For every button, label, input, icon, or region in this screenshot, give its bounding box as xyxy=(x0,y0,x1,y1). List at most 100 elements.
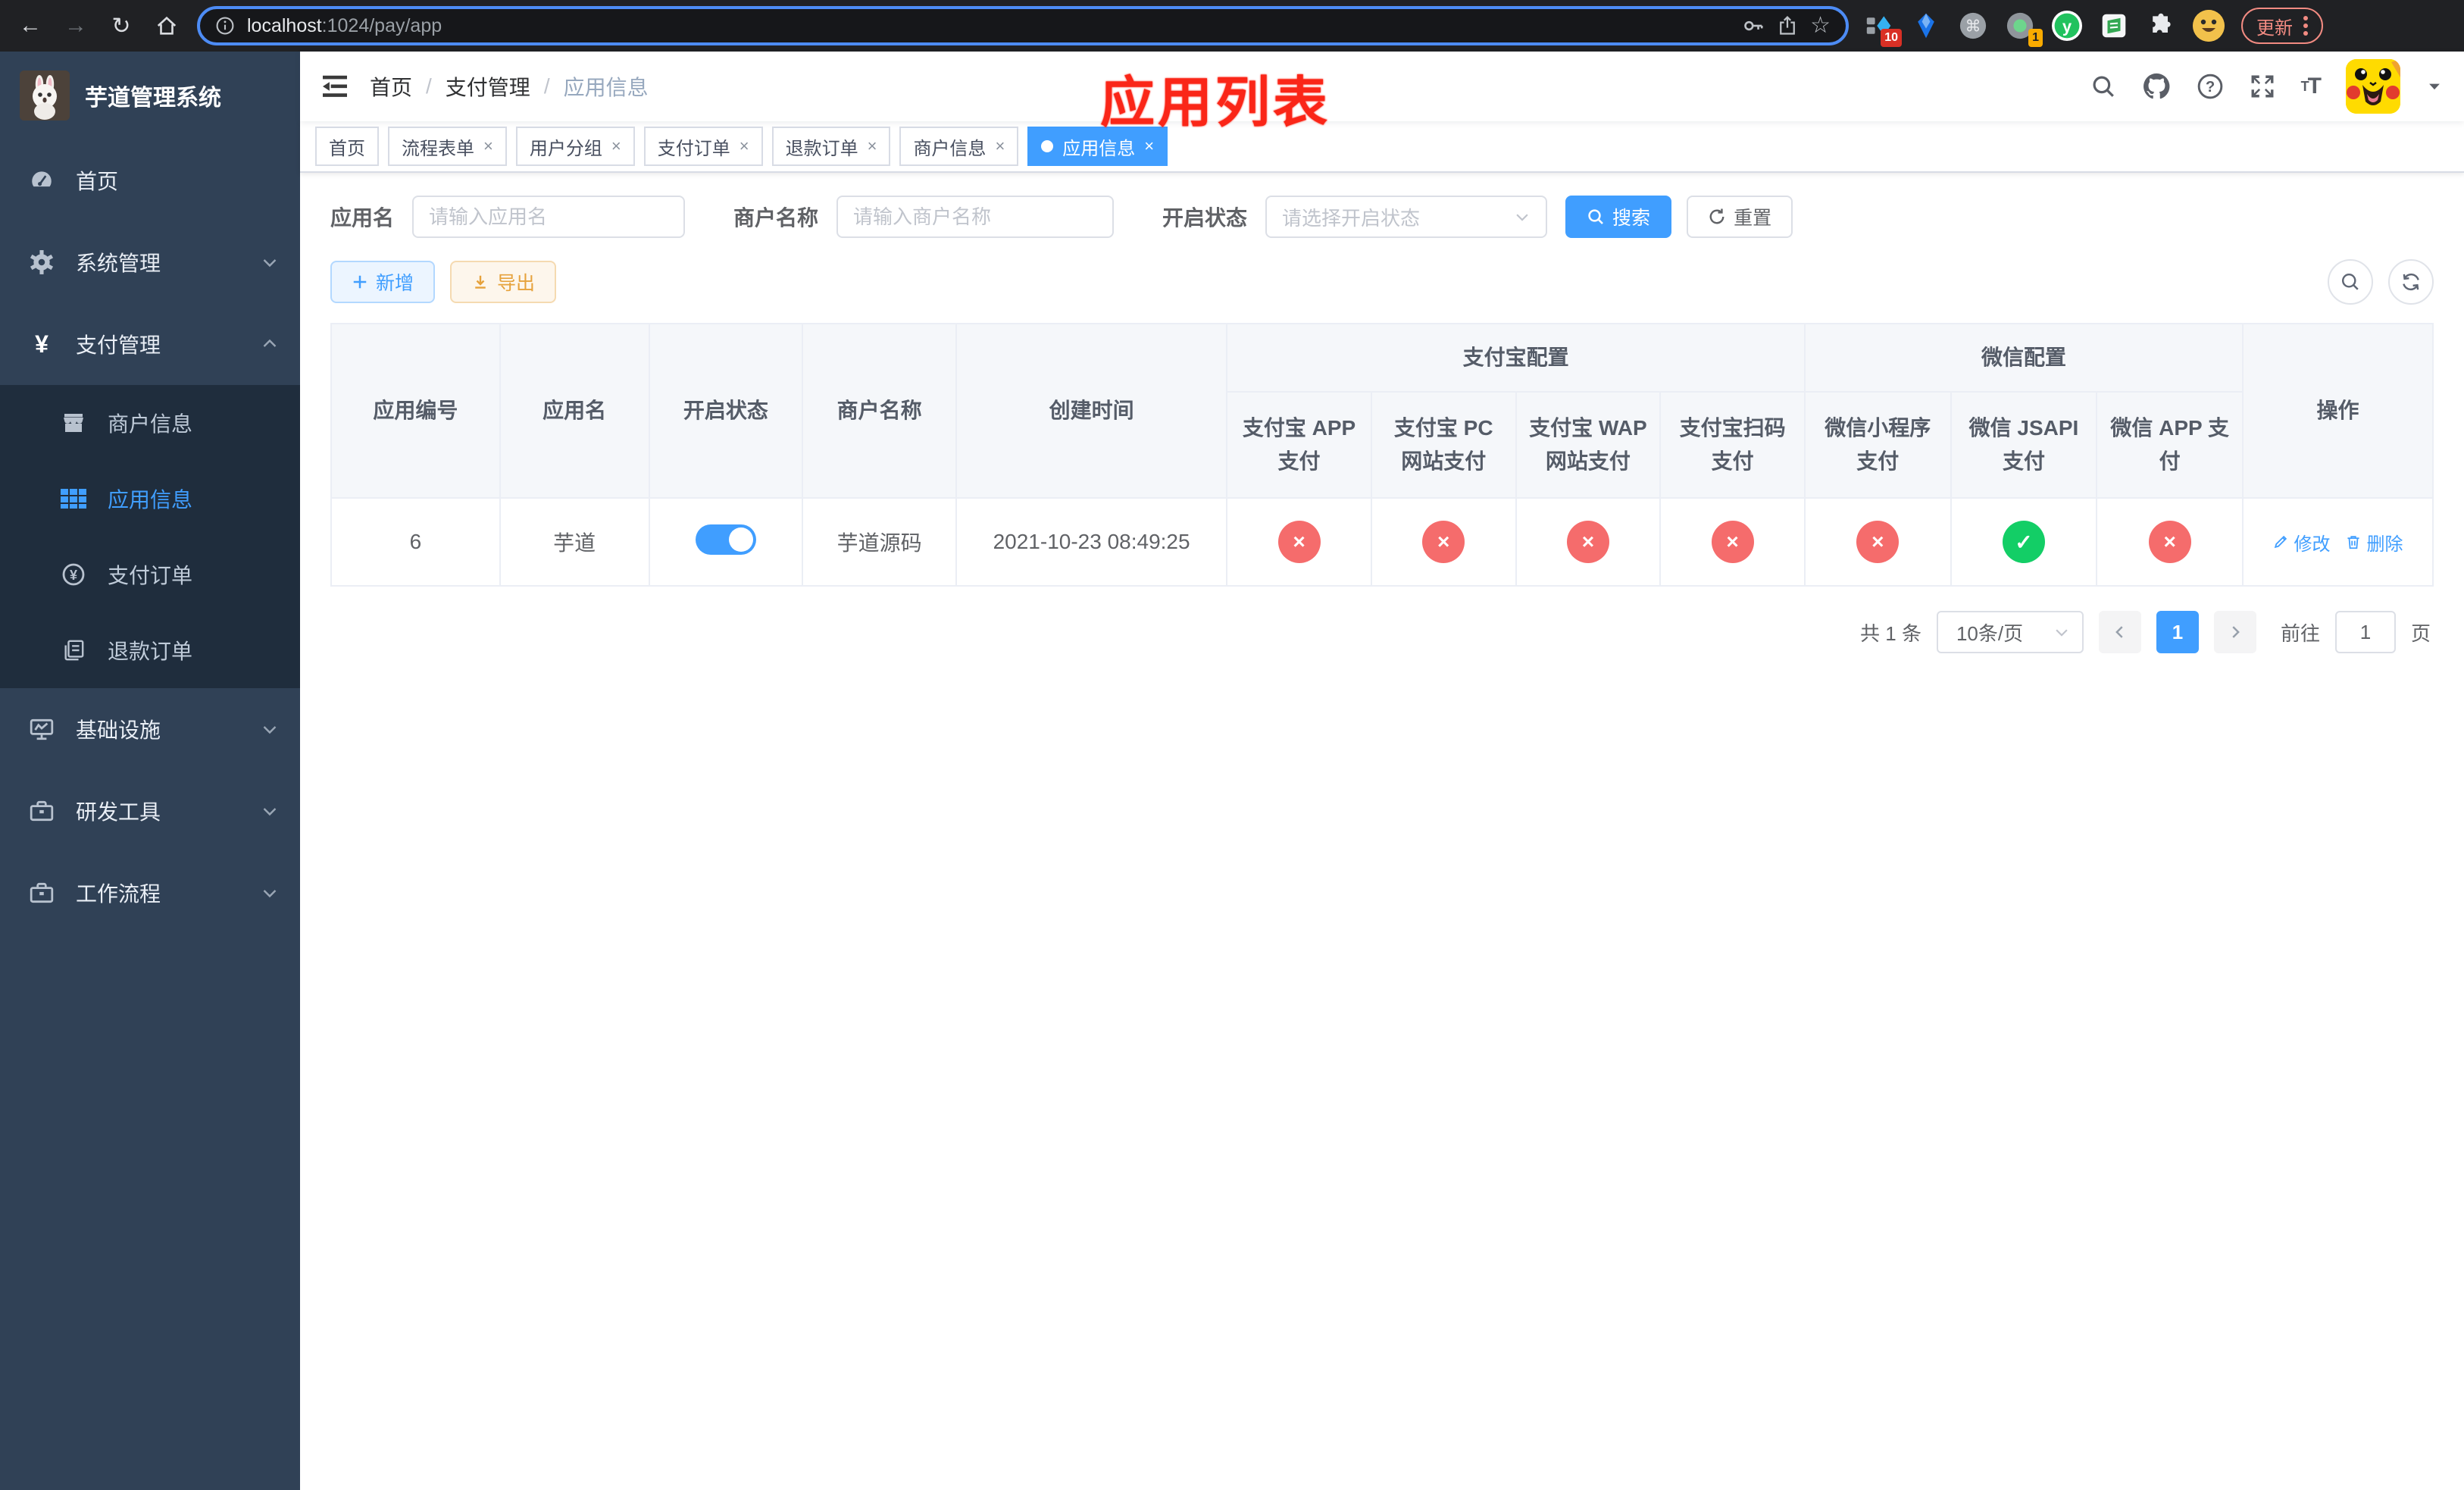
edit-link[interactable]: 修改 xyxy=(2272,529,2330,556)
status-badge-alipay-wap: × xyxy=(1566,521,1609,563)
sidebar-item-pay-order[interactable]: ¥ 支付订单 xyxy=(0,537,300,612)
help-icon[interactable]: ? xyxy=(2197,73,2224,100)
col-alipay-app: 支付宝 APP 支付 xyxy=(1226,391,1372,499)
sidebar-item-label: 基础设施 xyxy=(76,718,161,742)
sidebar-item-label: 支付管理 xyxy=(76,333,161,357)
app-logo xyxy=(20,70,70,121)
next-page-button[interactable] xyxy=(2213,611,2256,653)
gear-icon xyxy=(29,249,55,275)
extension-badge: 1 xyxy=(2028,29,2043,47)
sidebar-item-dev-tools[interactable]: 研发工具 xyxy=(0,770,300,852)
chevron-left-icon xyxy=(2115,626,2123,638)
extension-command-icon[interactable]: ⌘ xyxy=(1958,11,1988,41)
search-icon xyxy=(1588,209,1603,224)
extension-recorder-icon[interactable]: 1 xyxy=(2005,11,2043,47)
extension-gem-icon[interactable] xyxy=(1911,11,1941,41)
breadcrumb-payment[interactable]: 支付管理 xyxy=(446,71,530,102)
page-number-button[interactable]: 1 xyxy=(2156,611,2199,653)
close-icon[interactable]: × xyxy=(740,136,749,156)
tab-merchant-info[interactable]: 商户信息 × xyxy=(899,127,1019,166)
user-avatar[interactable] xyxy=(2346,59,2400,114)
app-name-input[interactable] xyxy=(412,196,686,238)
merchant-name-label: 商户名称 xyxy=(733,206,819,230)
breadcrumb-home[interactable]: 首页 xyxy=(370,71,412,102)
prev-page-button[interactable] xyxy=(2098,611,2141,653)
extension-yudao-icon[interactable]: y xyxy=(2052,11,2082,41)
tab-app-info[interactable]: 应用信息 × xyxy=(1027,127,1168,166)
sidebar-toggle-icon[interactable] xyxy=(321,74,349,99)
chevron-down-icon xyxy=(261,720,279,738)
sidebar-item-infrastructure[interactable]: 基础设施 xyxy=(0,688,300,770)
col-wechat-jsapi: 微信 JSAPI 支付 xyxy=(1950,391,2098,499)
extension-devtools-icon[interactable]: 10 xyxy=(1864,11,1902,47)
sidebar-item-label: 工作流程 xyxy=(76,882,161,906)
font-size-icon[interactable]: TT xyxy=(2301,74,2322,99)
edit-pencil-icon xyxy=(2275,535,2287,549)
refresh-table-button[interactable] xyxy=(2388,259,2434,305)
search-button[interactable]: 搜索 xyxy=(1565,196,1672,238)
delete-link[interactable]: 删除 xyxy=(2345,529,2403,556)
col-actions: 操作 xyxy=(2241,323,2434,499)
add-button[interactable]: 新增 xyxy=(330,261,436,303)
sidebar-item-refund-order[interactable]: 退款订单 xyxy=(0,612,300,688)
export-button[interactable]: 导出 xyxy=(450,261,557,303)
github-icon[interactable] xyxy=(2142,72,2171,101)
browser-profile-avatar[interactable] xyxy=(2193,10,2225,42)
merchant-name-input[interactable] xyxy=(836,196,1115,238)
share-icon[interactable] xyxy=(1777,15,1798,36)
browser-reload-button[interactable]: ↻ xyxy=(106,11,136,41)
reset-button[interactable]: 重置 xyxy=(1687,196,1793,238)
goto-unit: 页 xyxy=(2410,621,2431,645)
close-icon[interactable]: × xyxy=(483,136,493,156)
header-search-icon[interactable] xyxy=(2090,74,2116,99)
tab-process-form[interactable]: 流程表单 × xyxy=(388,127,507,166)
sidebar-item-payment[interactable]: ¥ 支付管理 xyxy=(0,303,300,385)
table-row: 6 芋道 芋道源码 2021-10-23 08:49:25 × × × × × … xyxy=(330,497,2434,587)
page-size-select[interactable]: 10条/页 xyxy=(1936,611,2084,653)
browser-menu-icon[interactable] xyxy=(2303,16,2308,36)
browser-forward-button[interactable]: → xyxy=(61,11,91,41)
browser-home-button[interactable] xyxy=(152,11,182,41)
chevron-down-icon xyxy=(261,884,279,902)
col-wechat-lite: 微信小程序支付 xyxy=(1803,391,1952,499)
page-info-icon[interactable] xyxy=(215,16,235,36)
col-group-alipay: 支付宝配置 xyxy=(1226,323,1806,393)
breadcrumb-current: 应用信息 xyxy=(563,76,649,99)
bookmark-star-icon[interactable]: ☆ xyxy=(1810,14,1831,37)
sidebar-item-workflow[interactable]: 工作流程 xyxy=(0,852,300,934)
tab-user-group[interactable]: 用户分组 × xyxy=(515,127,635,166)
fullscreen-icon[interactable] xyxy=(2250,74,2275,99)
caret-down-icon[interactable] xyxy=(2426,78,2443,95)
status-badge-alipay-app: × xyxy=(1277,521,1321,563)
sidebar-header[interactable]: 芋道管理系统 xyxy=(0,52,300,139)
close-icon[interactable]: × xyxy=(868,136,877,156)
extension-chat-icon[interactable] xyxy=(2099,11,2129,41)
sidebar-item-merchant-info[interactable]: 商户信息 xyxy=(0,385,300,461)
browser-back-button[interactable]: ← xyxy=(15,11,45,41)
sidebar-item-home[interactable]: 首页 xyxy=(0,139,300,221)
download-icon xyxy=(475,275,486,289)
sidebar-item-app-info[interactable]: 应用信息 xyxy=(0,461,300,537)
browser-update-button[interactable]: 更新 xyxy=(2241,8,2323,44)
col-alipay-qr: 支付宝扫码支付 xyxy=(1659,391,1806,499)
close-icon[interactable]: × xyxy=(1144,136,1154,156)
tab-home[interactable]: 首页 xyxy=(315,127,379,166)
status-select[interactable]: 请选择开启状态 xyxy=(1265,196,1548,238)
show-search-toggle-button[interactable] xyxy=(2328,259,2373,305)
extensions-puzzle-icon[interactable] xyxy=(2146,11,2176,41)
password-key-icon[interactable] xyxy=(1742,14,1765,37)
chevron-down-icon xyxy=(261,253,279,271)
tab-pay-order[interactable]: 支付订单 × xyxy=(643,127,763,166)
tab-refund-order[interactable]: 退款订单 × xyxy=(771,127,891,166)
status-toggle[interactable] xyxy=(695,524,756,555)
cell-status xyxy=(648,497,804,587)
sidebar-item-system[interactable]: 系统管理 xyxy=(0,221,300,303)
col-app-id: 应用编号 xyxy=(330,323,501,499)
close-icon[interactable]: × xyxy=(611,136,621,156)
close-icon[interactable]: × xyxy=(995,136,1005,156)
search-icon xyxy=(2341,273,2359,290)
address-bar[interactable]: localhost:1024/pay/app ☆ xyxy=(197,6,1849,45)
browser-chrome: ← → ↻ localhost:1024/pay/app ☆ 10 ⌘ 1 y … xyxy=(0,0,2464,52)
goto-page-input[interactable] xyxy=(2334,611,2396,653)
top-navbar: 首页 / 支付管理 / 应用信息 ? TT xyxy=(300,52,2464,121)
